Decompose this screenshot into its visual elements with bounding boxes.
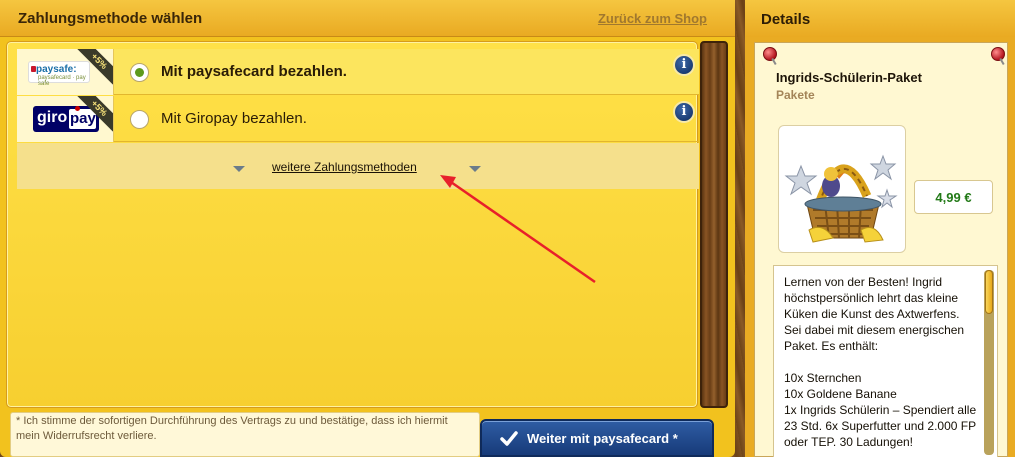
giropay-radio[interactable] — [130, 110, 149, 129]
paysafecard-label[interactable]: Mit paysafecard bezahlen. — [161, 63, 347, 80]
more-methods-bar[interactable]: weitere Zahlungsmethoden — [17, 143, 699, 189]
product-image — [778, 125, 906, 253]
terms-notice: * Ich stimme der sofortigen Durchführung… — [10, 412, 480, 457]
contents-item: 1x Ingrids Schülerin – Spendiert alle 23… — [784, 403, 977, 449]
back-to-shop-link[interactable]: Zurück zum Shop — [598, 11, 707, 26]
product-basket-icon — [784, 154, 898, 243]
description-box: Lernen von der Besten! Ingrid höchstpers… — [773, 265, 998, 457]
checkmark-icon — [500, 431, 518, 446]
details-header: Details — [745, 0, 1015, 37]
giropay-logo-right: pay — [69, 109, 96, 129]
continue-button[interactable]: Weiter mit paysafecard * — [480, 419, 714, 457]
price-box: 4,99 € — [914, 180, 993, 214]
giropay-label[interactable]: Mit Giropay bezahlen. — [161, 110, 307, 127]
payment-option-paysafecard[interactable]: paysafe: paysafecard · pay safe +5% Mit … — [17, 49, 699, 95]
product-price: 4,99 € — [935, 190, 972, 205]
description-intro: Lernen von der Besten! Ingrid höchstpers… — [784, 275, 965, 353]
more-methods-link[interactable]: weitere Zahlungsmethoden — [272, 160, 417, 174]
payment-panel: Zahlungsmethode wählen Zurück zum Shop p… — [0, 0, 735, 457]
page-title: Zahlungsmethode wählen — [18, 10, 203, 27]
chevron-down-icon[interactable] — [469, 166, 481, 172]
paysafecard-logo-text: paysafe: — [36, 64, 77, 75]
description-text: Lernen von der Besten! Ingrid höchstpers… — [784, 274, 979, 450]
payment-option-giropay[interactable]: giro pay +5% Mit Giropay bezahlen. i — [17, 96, 699, 142]
info-icon[interactable]: i — [673, 101, 695, 123]
chevron-down-icon[interactable] — [233, 166, 245, 172]
giropay-logo-cell: giro pay +5% — [17, 96, 114, 142]
payment-methods-box: paysafe: paysafecard · pay safe +5% Mit … — [6, 41, 699, 408]
description-scrollbar[interactable] — [984, 270, 994, 455]
continue-button-label: Weiter mit paysafecard * — [527, 431, 678, 446]
paysafecard-logo: paysafe: paysafecard · pay safe — [28, 61, 90, 87]
product-category: Pakete — [776, 88, 815, 102]
contents-item: 10x Sternchen — [784, 371, 862, 385]
payment-header: Zahlungsmethode wählen Zurück zum Shop — [0, 0, 735, 37]
paysafecard-radio[interactable] — [130, 63, 149, 82]
pin-icon — [763, 47, 777, 61]
product-name: Ingrids-Schülerin-Paket — [776, 70, 922, 85]
giropay-logo-dot — [75, 106, 80, 111]
giropay-logo: giro pay — [33, 106, 99, 132]
scrollbar-thumb[interactable] — [985, 270, 993, 314]
giropay-logo-left: giro — [37, 109, 68, 126]
details-card: Ingrids-Schülerin-Paket Pakete 4,99 € Le… — [754, 42, 1008, 457]
details-panel: Details Ingrids-Schülerin-Paket Pakete 4… — [745, 0, 1015, 457]
contents-item: 10x Goldene Banane — [784, 387, 897, 401]
details-title: Details — [761, 11, 811, 28]
pin-icon — [991, 47, 1005, 61]
info-icon[interactable]: i — [673, 54, 695, 76]
paysafecard-logo-subtext: paysafecard · pay safe — [38, 75, 86, 87]
paysafecard-logo-cell: paysafe: paysafecard · pay safe +5% — [17, 49, 114, 95]
wood-scrollbar[interactable] — [700, 41, 728, 408]
terms-text: * Ich stimme der sofortigen Durchführung… — [16, 415, 448, 442]
